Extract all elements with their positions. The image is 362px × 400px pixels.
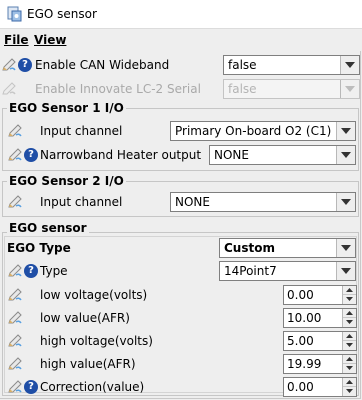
spinner-arrows xyxy=(342,355,356,373)
pen-icon[interactable] xyxy=(7,194,23,210)
help-icon[interactable]: ? xyxy=(18,58,32,72)
correction-label: Correction(value) xyxy=(40,380,145,394)
ego-type-label: EGO Type xyxy=(7,241,71,255)
sensor1-heater-row: ? Narrowband Heater output NONE xyxy=(0,144,360,166)
enable-innovate-select: false xyxy=(223,79,360,99)
title-bar: EGO sensor xyxy=(0,0,362,29)
menu-bar: File View xyxy=(0,29,362,51)
correction-value: 0.00 xyxy=(287,380,314,394)
pen-icon[interactable] xyxy=(7,123,23,139)
enable-can-value: false xyxy=(228,58,257,72)
enable-innovate-label: Enable Innovate LC-2 Serial xyxy=(35,82,201,96)
sensor1-input-row: Input channel Primary On-board O2 (C1) xyxy=(0,120,360,142)
low-voltage-row: low voltage(volts) 0.00 xyxy=(0,284,360,306)
low-voltage-label: low voltage(volts) xyxy=(40,288,148,302)
ego-sensor-title: EGO sensor xyxy=(7,221,89,235)
spin-down-icon[interactable] xyxy=(343,364,356,373)
type-select[interactable]: 14Point7 xyxy=(219,261,356,281)
sensor1-heater-select[interactable]: NONE xyxy=(209,145,356,165)
spin-down-icon[interactable] xyxy=(343,387,356,396)
sensor1-input-value: Primary On-board O2 (C1) xyxy=(175,124,332,138)
pen-icon[interactable] xyxy=(7,287,23,303)
menu-file-label: File xyxy=(4,33,29,47)
menu-view[interactable]: View xyxy=(34,33,66,47)
chevron-down-icon[interactable] xyxy=(336,146,355,164)
enable-can-label: Enable CAN Wideband xyxy=(35,58,170,72)
ego-sensor-1-title: EGO Sensor 1 I/O xyxy=(7,101,126,115)
sensor2-input-row: Input channel NONE xyxy=(0,191,360,213)
sensor2-input-value: NONE xyxy=(175,195,210,209)
pen-icon[interactable] xyxy=(7,263,23,279)
sensor2-input-label: Input channel xyxy=(40,195,123,209)
spinner-arrows xyxy=(342,332,356,350)
high-value-value: 19.99 xyxy=(287,357,322,371)
spin-up-icon[interactable] xyxy=(343,286,356,295)
pen-icon[interactable] xyxy=(7,147,23,163)
high-voltage-value: 5.00 xyxy=(287,334,314,348)
spinner-arrows xyxy=(342,309,356,327)
spin-up-icon[interactable] xyxy=(343,332,356,341)
type-value: 14Point7 xyxy=(224,264,277,278)
menu-file[interactable]: File xyxy=(4,33,29,47)
type-row: ? Type 14Point7 xyxy=(0,260,360,282)
spinner-arrows xyxy=(342,286,356,304)
help-icon[interactable]: ? xyxy=(24,264,38,278)
pen-icon[interactable] xyxy=(7,310,23,326)
high-voltage-label: high voltage(volts) xyxy=(40,334,153,348)
low-value-value: 10.00 xyxy=(287,311,322,325)
type-label: Type xyxy=(40,264,68,278)
spin-up-icon[interactable] xyxy=(343,378,356,387)
ego-type-value: Custom xyxy=(224,241,275,255)
chevron-down-icon xyxy=(340,80,359,98)
spin-up-icon[interactable] xyxy=(343,355,356,364)
high-value-row: high value(AFR) 19.99 xyxy=(0,353,360,375)
correction-row: ? Correction(value) 0.00 xyxy=(0,376,360,398)
help-icon[interactable]: ? xyxy=(24,380,38,394)
ego-type-row: EGO Type Custom xyxy=(0,237,360,259)
pen-icon xyxy=(2,82,16,95)
correction-spinner[interactable]: 0.00 xyxy=(283,377,357,397)
chevron-down-icon[interactable] xyxy=(336,262,355,280)
pen-icon[interactable] xyxy=(7,356,23,372)
enable-can-select[interactable]: false xyxy=(223,55,360,75)
low-value-row: low value(AFR) 10.00 xyxy=(0,307,360,329)
menu-view-label: View xyxy=(34,33,67,47)
chevron-down-icon[interactable] xyxy=(336,193,355,211)
spin-up-icon[interactable] xyxy=(343,309,356,318)
enable-innovate-value: false xyxy=(228,82,257,96)
low-value-spinner[interactable]: 10.00 xyxy=(283,308,357,328)
pen-icon[interactable] xyxy=(7,379,23,395)
enable-can-row: ? Enable CAN Wideband false xyxy=(0,54,360,76)
sensor1-heater-label: Narrowband Heater output xyxy=(40,148,202,162)
low-voltage-value: 0.00 xyxy=(287,288,314,302)
low-voltage-spinner[interactable]: 0.00 xyxy=(283,285,357,305)
pen-icon[interactable] xyxy=(7,333,23,349)
high-value-spinner[interactable]: 19.99 xyxy=(283,354,357,374)
high-value-label: high value(AFR) xyxy=(40,357,136,371)
chevron-down-icon[interactable] xyxy=(340,56,359,74)
spinner-arrows xyxy=(342,378,356,396)
spin-down-icon[interactable] xyxy=(343,295,356,304)
spin-down-icon[interactable] xyxy=(343,341,356,350)
sensor1-heater-value: NONE xyxy=(214,148,249,162)
window-title: EGO sensor xyxy=(27,7,97,21)
chevron-down-icon[interactable] xyxy=(336,239,355,257)
help-icon[interactable]: ? xyxy=(24,148,38,162)
high-voltage-spinner[interactable]: 5.00 xyxy=(283,331,357,351)
app-icon xyxy=(7,6,22,22)
sensor2-input-select[interactable]: NONE xyxy=(170,192,356,212)
pen-icon[interactable] xyxy=(1,57,17,73)
high-voltage-row: high voltage(volts) 5.00 xyxy=(0,330,360,352)
sensor1-input-select[interactable]: Primary On-board O2 (C1) xyxy=(170,121,356,141)
ego-sensor-2-title: EGO Sensor 2 I/O xyxy=(7,174,126,188)
low-value-label: low value(AFR) xyxy=(40,311,130,325)
chevron-down-icon[interactable] xyxy=(336,122,355,140)
ego-type-select[interactable]: Custom xyxy=(219,238,356,258)
settings-panel: ? Enable CAN Wideband false Enable Innov… xyxy=(0,51,361,399)
enable-innovate-row: Enable Innovate LC-2 Serial false xyxy=(0,78,360,100)
sensor1-input-label: Input channel xyxy=(40,124,123,138)
spin-down-icon[interactable] xyxy=(343,318,356,327)
